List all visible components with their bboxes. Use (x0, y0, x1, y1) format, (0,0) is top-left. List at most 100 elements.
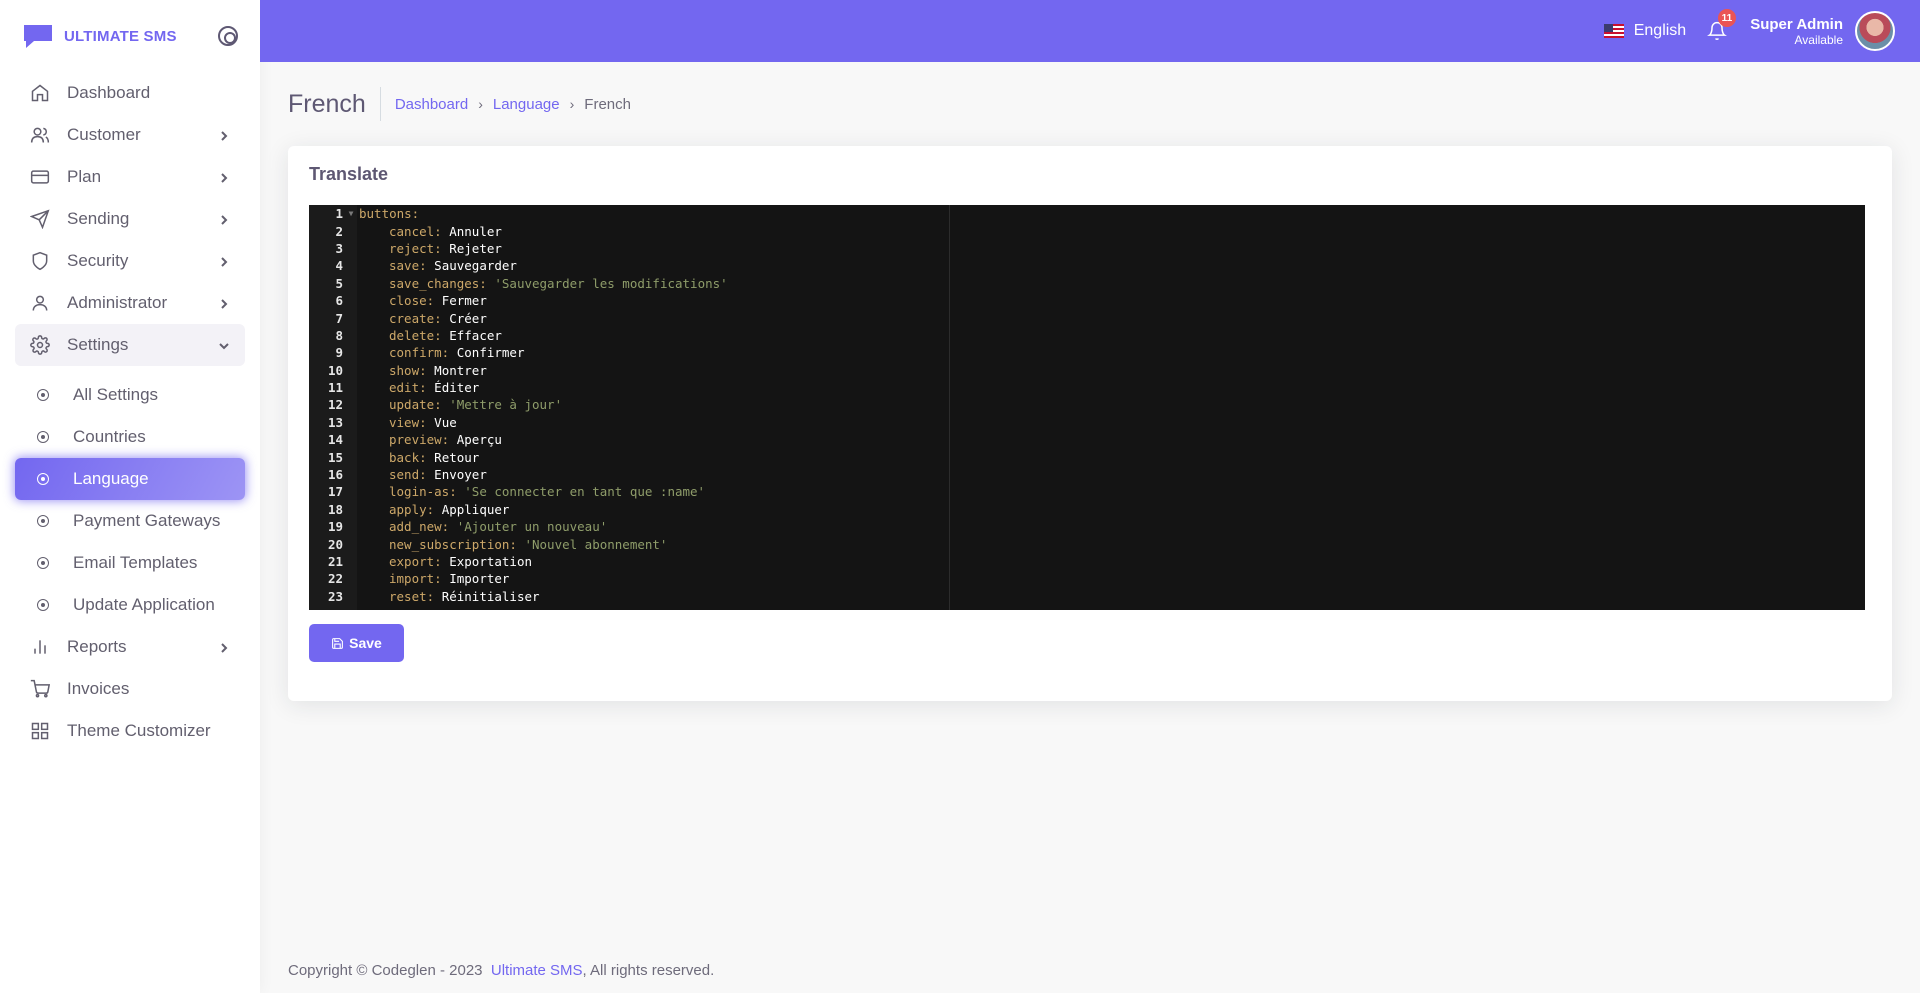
editor-line: 18 apply: Appliquer (309, 501, 728, 518)
yaml-value: Importer (449, 571, 510, 587)
sidebar-item-theme-customizer[interactable]: Theme Customizer (15, 710, 245, 752)
yaml-value: Exportation (449, 554, 533, 569)
chevron-right-icon (217, 296, 231, 310)
editor-line: 3 reject: Rejeter (309, 240, 728, 257)
yaml-key: apply: (389, 501, 435, 517)
sidebar-subitem-label: Email Templates (73, 553, 198, 572)
home-icon (29, 82, 51, 104)
yaml-value: Rejeter (449, 240, 502, 256)
sidebar-subitem-email-templates[interactable]: Email Templates (15, 542, 245, 584)
line-number: 15 (327, 449, 343, 465)
language-dropdown[interactable]: English (1603, 22, 1686, 40)
editor-line: 16 send: Envoyer (309, 466, 728, 483)
editor-line: 12 update: 'Mettre à jour' (309, 396, 728, 413)
code-text: export: Exportation (357, 554, 532, 569)
line-number: 20 (327, 536, 343, 552)
line-number: 3 (335, 240, 343, 256)
sidebar-subitem-language[interactable]: Language (15, 458, 245, 500)
cart-icon (29, 678, 51, 700)
footer-suffix: , All rights reserved. (582, 962, 715, 979)
line-number: 4 (335, 258, 343, 274)
editor-line: 15 back: Retour (309, 448, 728, 465)
editor-line: 13 view: Vue (309, 414, 728, 431)
sidebar-item-label: Dashboard (67, 83, 151, 102)
line-number: 16 (327, 467, 343, 483)
code-text: buttons: (357, 206, 419, 221)
circle-icon (37, 599, 49, 611)
code-text: show: Montrer (357, 363, 487, 378)
yaml-key: export: (389, 554, 442, 569)
sidebar-item-invoices[interactable]: Invoices (15, 668, 245, 710)
yaml-key: login-as: (389, 484, 457, 500)
sidebar-subitem-payment-gateways[interactable]: Payment Gateways (15, 500, 245, 542)
code-text: reject: Rejeter (357, 241, 502, 256)
line-number: 12 (327, 397, 343, 413)
yaml-value: Éditer (434, 380, 480, 396)
save-button[interactable]: Save (309, 624, 404, 662)
code-text: edit: Éditer (357, 380, 479, 395)
yaml-value: 'Nouvel abonnement' (524, 536, 668, 552)
sidebar-item-label: Customer (67, 125, 141, 144)
us-flag-icon (1603, 24, 1624, 38)
circle-icon (37, 389, 49, 401)
editor-line: 23 reset: Réinitialiser (309, 588, 728, 605)
editor-line: 19 add_new: 'Ajouter un nouveau' (309, 518, 728, 535)
user-info: Super Admin Available (1750, 16, 1843, 47)
line-number: 18 (327, 501, 343, 517)
sidebar-item-label: Reports (67, 637, 127, 656)
yaml-value: Montrer (434, 362, 487, 378)
yaml-key: cancel: (389, 223, 442, 239)
sidebar-subitem-label: Language (73, 469, 149, 488)
fold-toggle-icon[interactable]: ▼ (345, 209, 357, 218)
avatar[interactable] (1855, 11, 1895, 51)
code-editor[interactable]: 1 ▼ buttons: 2 cancel: Annuler 3 reject: Rejet… (309, 205, 1865, 610)
line-number: 13 (327, 414, 343, 430)
users-icon (29, 124, 51, 146)
breadcrumb-dashboard-link[interactable]: Dashboard (395, 96, 468, 113)
chevron-down-icon (217, 338, 231, 352)
editor-line: 21 export: Exportation (309, 553, 728, 570)
editor-lines: 1 ▼ buttons: 2 cancel: Annuler 3 reject: Rejet… (309, 205, 728, 605)
line-number: 21 (327, 554, 343, 569)
sidebar-toggle-icon[interactable] (218, 26, 238, 46)
circle-icon (37, 473, 49, 485)
yaml-key: preview: (389, 432, 450, 448)
yaml-value: Fermer (441, 293, 487, 309)
sidebar-item-sending[interactable]: Sending (15, 198, 245, 240)
user-menu[interactable]: Super Admin Available (1750, 11, 1895, 51)
sidebar-item-reports[interactable]: Reports (15, 626, 245, 668)
line-number: 9 (335, 345, 343, 361)
footer-brand-link[interactable]: Ultimate SMS (491, 962, 583, 979)
sidebar-item-label: Plan (67, 167, 102, 186)
editor-line: 9 confirm: Confirmer (309, 344, 728, 361)
yaml-key: close: (389, 293, 435, 309)
editor-line: 10 show: Montrer (309, 362, 728, 379)
sidebar-item-plan[interactable]: Plan (15, 156, 245, 198)
notifications-button[interactable]: 11 (1704, 9, 1737, 44)
code-text: preview: Aperçu (357, 432, 502, 447)
sidebar-subitem-label: Payment Gateways (73, 511, 221, 530)
brand[interactable]: ULTIMATE SMS (0, 0, 260, 72)
sidebar-item-settings[interactable]: Settings (15, 324, 245, 366)
line-number: 14 (327, 432, 343, 448)
breadcrumb-language-link[interactable]: Language (493, 96, 560, 113)
sidebar-subitem-all-settings[interactable]: All Settings (15, 374, 245, 416)
sidebar-item-customer[interactable]: Customer (15, 114, 245, 156)
sidebar-item-administrator[interactable]: Administrator (15, 282, 245, 324)
sidebar: ULTIMATE SMS Dashboard Customer Plan Sen… (0, 0, 260, 993)
chevron-right-icon (217, 212, 231, 226)
sidebar-item-label: Administrator (67, 293, 168, 312)
code-text: cancel: Annuler (357, 224, 502, 239)
sidebar-subitem-countries[interactable]: Countries (15, 416, 245, 458)
page-header: French Dashboard › Language › French (288, 62, 1892, 146)
line-number: 6 (335, 293, 343, 309)
sidebar-item-dashboard[interactable]: Dashboard (15, 72, 245, 114)
sidebar-subitem-update-application[interactable]: Update Application (15, 584, 245, 626)
editor-line: 14 preview: Aperçu (309, 431, 728, 448)
sidebar-item-security[interactable]: Security (15, 240, 245, 282)
sidebar-item-label: Invoices (67, 679, 130, 698)
yaml-key: back: (389, 449, 427, 465)
logo-icon (24, 25, 52, 48)
sidebar-item-label: Theme Customizer (67, 721, 211, 740)
yaml-value: Annuler (449, 223, 502, 239)
